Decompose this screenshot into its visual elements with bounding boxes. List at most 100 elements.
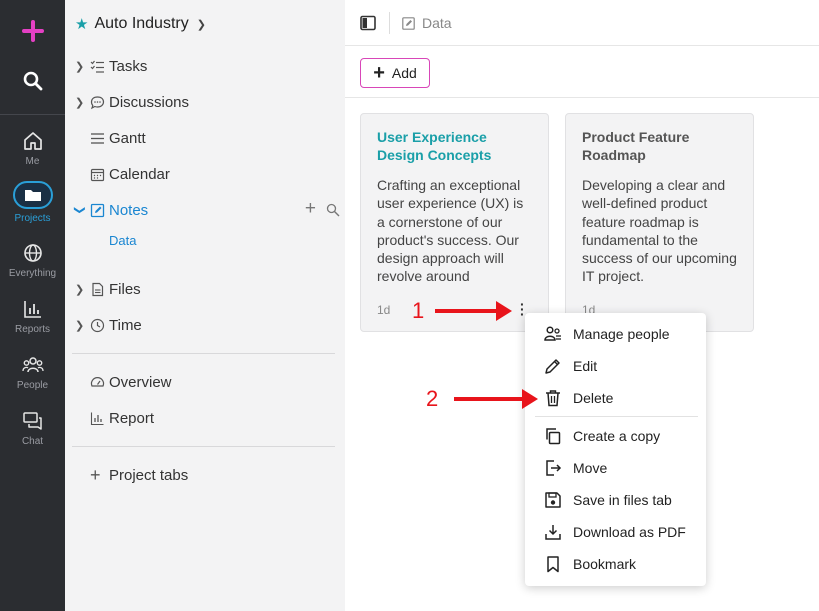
sidebar-item-report[interactable]: Report <box>89 407 354 429</box>
bar-chart-icon <box>23 301 41 318</box>
menu-item-label: Create a copy <box>573 428 661 444</box>
menu-item-label: Save in files tab <box>573 492 672 508</box>
sidebar-item-gantt[interactable]: Gantt <box>89 127 354 149</box>
chat-icon <box>22 412 42 430</box>
note-card-text: Developing a clear and well-defined prod… <box>582 177 737 285</box>
menu-item-move[interactable]: Move <box>525 456 706 480</box>
note-icon <box>402 16 415 30</box>
sidebar-item-label: Time <box>109 316 142 334</box>
chevron-right-icon[interactable]: ❯ <box>75 60 89 73</box>
action-bar: + Add <box>345 47 819 98</box>
menu-item-save-files[interactable]: Save in files tab <box>525 488 706 512</box>
rail-label: Everything <box>8 268 57 279</box>
star-icon[interactable]: ★ <box>75 15 88 33</box>
sidebar-item-overview[interactable]: Overview <box>89 371 354 393</box>
rail-item-me[interactable]: Me <box>0 130 65 167</box>
note-edit-icon <box>90 203 105 217</box>
note-card[interactable]: Product Feature Roadmap Developing a cle… <box>565 113 754 332</box>
top-bar: Data <box>345 0 819 46</box>
sidebar-subitem-data[interactable]: Data <box>109 233 136 248</box>
sidebar-item-notes[interactable]: ❯ Notes + <box>74 199 340 221</box>
sidebar-toggle-icon[interactable] <box>360 15 376 31</box>
rail-label: Reports <box>14 324 50 335</box>
download-icon <box>545 525 561 540</box>
sidebar-item-label: Tasks <box>109 57 148 75</box>
sidebar-item-time[interactable]: ❯ Time <box>75 314 340 336</box>
rail-item-chat[interactable]: Chat <box>0 410 65 447</box>
menu-item-bookmark[interactable]: Bookmark <box>525 552 706 576</box>
pencil-icon <box>545 359 560 374</box>
project-title-text: Auto Industry <box>94 15 189 32</box>
plus-icon: + <box>373 62 385 84</box>
manage-people-icon <box>544 326 561 341</box>
home-icon <box>23 132 42 150</box>
annotation-number-2: 2 <box>426 386 439 411</box>
breadcrumb-text[interactable]: Data <box>422 15 452 31</box>
menu-item-create-copy[interactable]: Create a copy <box>525 424 706 448</box>
chevron-down-icon[interactable]: ❯ <box>74 205 87 215</box>
sidebar-divider <box>72 353 335 354</box>
gantt-icon <box>91 132 104 144</box>
menu-item-download-pdf[interactable]: Download as PDF <box>525 520 706 544</box>
sidebar-item-label: Calendar <box>109 165 170 183</box>
rail-item-people[interactable]: People <box>0 354 65 391</box>
add-button[interactable]: + Add <box>360 58 430 88</box>
project-title[interactable]: ★ Auto Industry ❯ <box>75 13 206 35</box>
chevron-right-icon[interactable]: ❯ <box>75 283 89 296</box>
breadcrumb: Data <box>402 15 452 31</box>
sidebar-item-label: Overview <box>109 373 172 391</box>
rail-item-everything[interactable]: Everything <box>0 242 65 279</box>
rail-label: People <box>16 380 49 391</box>
menu-item-label: Edit <box>573 358 598 374</box>
move-icon <box>546 460 562 476</box>
trash-icon <box>546 390 560 407</box>
sidebar-item-label: Project tabs <box>109 466 189 484</box>
menu-item-label: Bookmark <box>573 556 637 572</box>
create-plus-icon[interactable] <box>20 19 46 45</box>
sidebar-item-project-tabs[interactable]: + Project tabs <box>89 464 354 486</box>
sidebar-item-tasks[interactable]: ❯ Tasks <box>75 55 340 77</box>
left-rail: Me Projects Everything Reports People Ch… <box>0 0 65 611</box>
menu-item-label: Move <box>573 460 608 476</box>
note-context-menu: Manage people Edit Delete Create a copy <box>525 313 706 586</box>
chevron-down-icon[interactable]: ❯ <box>197 18 206 31</box>
speech-bubble-icon <box>90 95 105 109</box>
calendar-icon <box>90 168 105 181</box>
projects-pill <box>12 181 53 209</box>
note-card-text: Crafting an exceptional user experience … <box>377 177 524 285</box>
sidebar-item-discussions[interactable]: ❯ Discussions <box>75 91 340 113</box>
menu-item-edit[interactable]: Edit <box>525 354 706 378</box>
clock-icon <box>90 318 105 332</box>
sidebar-item-calendar[interactable]: Calendar <box>89 163 354 185</box>
rail-label: Me <box>25 156 40 167</box>
search-icon[interactable] <box>326 203 340 217</box>
menu-item-delete[interactable]: Delete <box>525 386 706 410</box>
sidebar-item-label: Gantt <box>109 129 146 147</box>
rail-label: Projects <box>14 213 51 224</box>
chevron-right-icon[interactable]: ❯ <box>75 96 89 109</box>
annotation-number-1: 1 <box>412 298 425 323</box>
menu-item-label: Delete <box>573 390 614 406</box>
note-card-time: 1d <box>377 303 391 317</box>
folder-icon <box>24 190 41 201</box>
plus-icon: + <box>90 464 101 485</box>
sidebar-item-label: Report <box>109 409 155 427</box>
menu-item-manage-people[interactable]: Manage people <box>525 322 706 346</box>
search-icon[interactable] <box>22 70 44 92</box>
sidebar-item-files[interactable]: ❯ Files <box>75 278 340 300</box>
note-card-title[interactable]: User Experience Design Concepts <box>377 128 532 164</box>
rail-item-reports[interactable]: Reports <box>0 298 65 335</box>
checklist-icon <box>90 60 104 73</box>
rail-label: Chat <box>21 436 44 447</box>
rail-item-projects[interactable]: Projects <box>0 181 65 224</box>
people-icon <box>21 357 44 373</box>
chevron-right-icon[interactable]: ❯ <box>75 319 89 332</box>
copy-icon <box>546 428 561 445</box>
rail-divider <box>0 114 65 115</box>
note-card-title[interactable]: Product Feature Roadmap <box>582 128 737 164</box>
sidebar-item-label: Notes <box>109 201 149 219</box>
annotation-arrow-1 <box>435 301 512 321</box>
add-note-icon[interactable]: + <box>305 199 316 218</box>
note-card[interactable]: User Experience Design Concepts Crafting… <box>360 113 549 332</box>
menu-item-label: Download as PDF <box>573 524 686 540</box>
